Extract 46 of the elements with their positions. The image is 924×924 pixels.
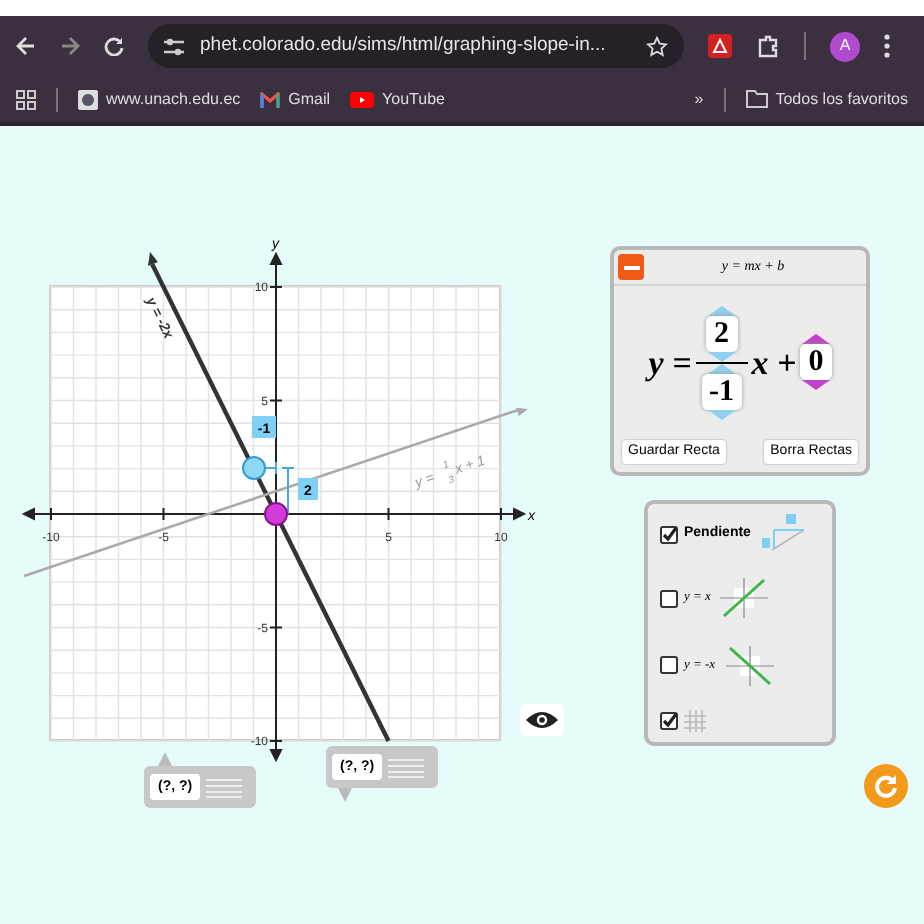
reset-icon (874, 774, 898, 798)
checkbox[interactable] (660, 711, 678, 730)
folder-icon (745, 90, 768, 108)
checkbox[interactable] (660, 656, 678, 675)
profile-avatar[interactable]: A (830, 31, 860, 61)
more-bookmarks-button[interactable]: » (694, 87, 704, 111)
equation-text: x + (751, 341, 797, 385)
bookmark-link[interactable]: YouTube (350, 87, 445, 111)
globe-icon (78, 89, 98, 109)
grid-icon (684, 709, 706, 732)
slope-icon (756, 514, 809, 554)
value-field[interactable]: -1 (701, 374, 743, 410)
line-graph-icon (721, 643, 778, 688)
pdf-icon[interactable] (708, 34, 732, 58)
back-icon[interactable] (16, 36, 36, 56)
line-plot[interactable] (23, 407, 528, 578)
site-settings-icon[interactable] (164, 37, 184, 55)
line-graph-icon (716, 576, 773, 621)
handle-icon (388, 757, 425, 777)
reload-icon[interactable] (104, 36, 124, 56)
value-field[interactable]: 2 (706, 315, 738, 351)
value-field[interactable]: 0 (800, 344, 832, 381)
menu-icon[interactable] (884, 34, 890, 58)
collapse-button[interactable] (618, 254, 644, 280)
run-badge (252, 416, 276, 438)
rise-bracket (281, 467, 295, 515)
play-icon (350, 91, 375, 107)
eye-icon (526, 710, 558, 730)
visibility-button[interactable] (520, 704, 564, 736)
pointer-icon (158, 752, 172, 766)
bookmark-link[interactable]: www.unach.edu.ec (78, 87, 241, 111)
url-text: phet.colorado.edu/sims/html/graphing-slope-in... (200, 31, 608, 60)
equation-text: y = (648, 341, 692, 386)
rise-badge (298, 478, 318, 500)
handle-icon (206, 777, 243, 797)
apps-icon[interactable] (16, 89, 36, 109)
mail-icon (260, 91, 281, 107)
puzzle-icon[interactable] (756, 34, 780, 58)
checkbox[interactable] (660, 525, 678, 543)
checkbox[interactable] (660, 589, 678, 608)
bookmark-folder[interactable]: Todos los favoritos (745, 87, 908, 111)
pointer-icon (338, 788, 352, 802)
forward-icon[interactable] (60, 36, 80, 56)
star-icon[interactable] (646, 35, 668, 57)
address-bar[interactable]: phet.colorado.edu/sims/html/graphing-slope-in... (148, 24, 684, 68)
bookmark-link[interactable]: Gmail (260, 87, 331, 111)
